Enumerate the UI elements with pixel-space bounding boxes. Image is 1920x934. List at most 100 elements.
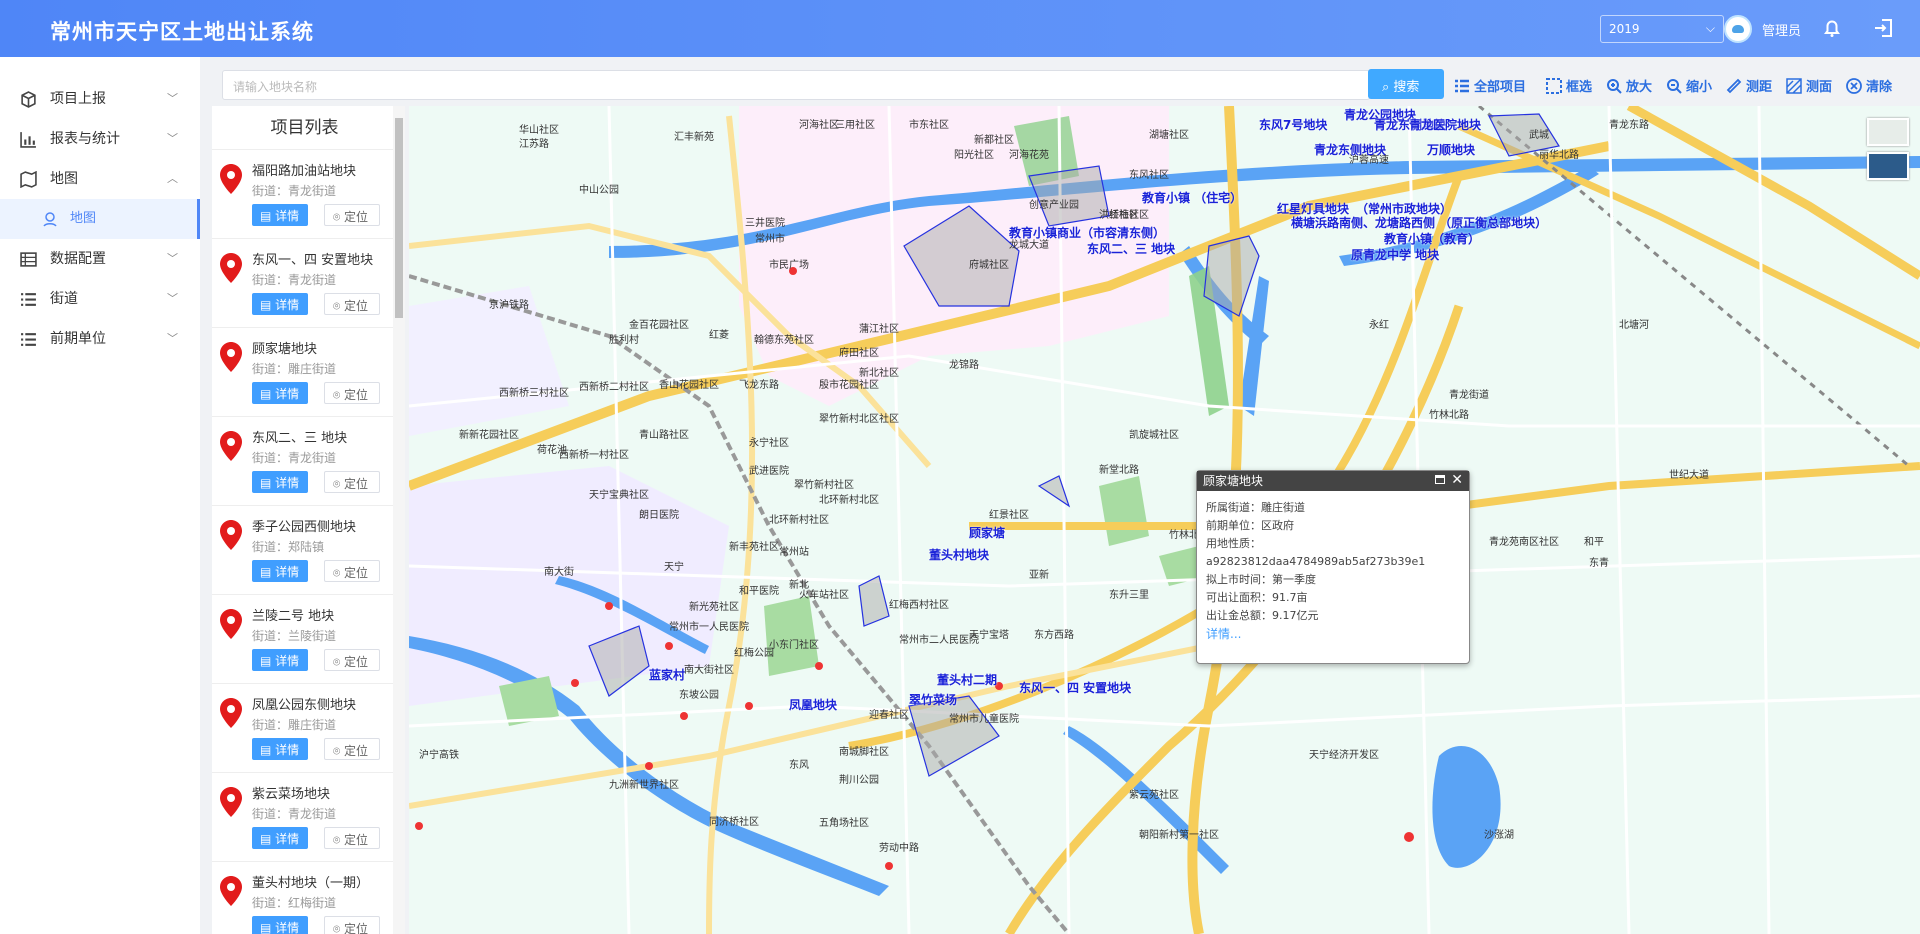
- place-label: 红景社区: [989, 510, 1029, 521]
- menu-reports[interactable]: 报表与统计 ﹀: [0, 119, 200, 159]
- place-label: 天宁: [664, 562, 684, 573]
- parcel-label[interactable]: 原青龙中学 地块: [1351, 246, 1439, 263]
- layer-switch-street[interactable]: [1867, 118, 1909, 146]
- measure-area-tool[interactable]: 测面: [1786, 76, 1832, 95]
- parcel-popup: 顾家塘地块 ✕ 所属街道：雕庄街道 前期单位：区政府 用地性质： a928238…: [1196, 470, 1470, 664]
- project-name: 凤凰公园东侧地块: [252, 698, 357, 713]
- locate-button[interactable]: ⌾ 定位: [324, 560, 380, 582]
- project-list-scrollbar[interactable]: [393, 106, 405, 934]
- locate-button[interactable]: ⌾ 定位: [324, 827, 380, 849]
- project-list-item[interactable]: 东风一、四 安置地块 街道：青龙街道 ▤ 详情 ⌾ 定位: [212, 239, 397, 328]
- chart-icon: [20, 132, 36, 148]
- zoom-out-tool[interactable]: 缩小: [1666, 76, 1712, 95]
- menu-project-report[interactable]: 项目上报 ﹀: [0, 79, 200, 119]
- measure-distance-tool[interactable]: 测距: [1726, 76, 1772, 95]
- locate-button[interactable]: ⌾ 定位: [324, 293, 380, 315]
- popup-line: a92823812daa4784989ab5af273b39e1: [1206, 555, 1426, 568]
- logout-icon[interactable]: [1872, 16, 1896, 40]
- avatar[interactable]: [1724, 15, 1752, 43]
- project-street: 街道：兰陵街道: [252, 629, 337, 643]
- menu-label: 项目上报: [50, 91, 106, 107]
- tool-label: 清除: [1866, 80, 1893, 95]
- parcel-label[interactable]: 董头村二期: [937, 671, 997, 688]
- project-list-title: 项目列表: [212, 106, 397, 150]
- menu-map-sub[interactable]: 地图: [0, 199, 200, 239]
- place-label: 和平医院: [739, 586, 779, 597]
- parcel-label[interactable]: 教育小镇 （住宅）: [1142, 189, 1242, 206]
- locate-button[interactable]: ⌾ 定位: [324, 649, 380, 671]
- parcel-label[interactable]: 凤凰地块: [789, 696, 837, 713]
- detail-button[interactable]: ▤ 详情: [252, 382, 308, 404]
- place-label: 三用社区: [835, 120, 875, 131]
- user-name[interactable]: 管理员: [1762, 20, 1801, 39]
- parcel-label[interactable]: 东风7号地块: [1259, 116, 1327, 133]
- locate-button[interactable]: ⌾ 定位: [324, 204, 380, 226]
- project-list-item[interactable]: 紫云菜场地块 街道：青龙街道 ▤ 详情 ⌾ 定位: [212, 773, 397, 862]
- project-list-item[interactable]: 董头村地块（一期） 街道：红梅街道 ▤ 详情 ⌾ 定位: [212, 862, 397, 934]
- map-pin-icon: [220, 164, 242, 194]
- locate-button[interactable]: ⌾ 定位: [324, 916, 380, 934]
- location-pin-icon: ⌾: [333, 744, 345, 758]
- menu-label: 前期单位: [50, 331, 106, 347]
- project-list-item[interactable]: 凤凰公园东侧地块 街道：雕庄街道 ▤ 详情 ⌾ 定位: [212, 684, 397, 773]
- detail-button[interactable]: ▤ 详情: [252, 560, 308, 582]
- locate-button[interactable]: ⌾ 定位: [324, 738, 380, 760]
- popup-more-link[interactable]: 详情...: [1206, 625, 1460, 643]
- parcel-label[interactable]: 东风二、三 地块: [1087, 240, 1175, 257]
- detail-button[interactable]: ▤ 详情: [252, 916, 308, 934]
- detail-button[interactable]: ▤ 详情: [252, 471, 308, 493]
- search-input[interactable]: 请输入地块名称: [222, 70, 1370, 100]
- place-label: 东风: [789, 760, 809, 771]
- place-label: 常州市: [755, 234, 785, 245]
- chevron-down-icon: ﹀: [167, 92, 178, 105]
- project-list-item[interactable]: 季子公园西侧地块 街道：郑陆镇 ▤ 详情 ⌾ 定位: [212, 506, 397, 595]
- search-button[interactable]: ⌕ 搜索: [1368, 69, 1444, 99]
- menu-map[interactable]: 地图 ︿: [0, 159, 200, 199]
- bell-icon[interactable]: [1820, 16, 1844, 40]
- parcel-label[interactable]: 万顺地块: [1427, 141, 1475, 158]
- detail-button[interactable]: ▤ 详情: [252, 293, 308, 315]
- parcel-label[interactable]: 翠竹菜场: [909, 691, 957, 708]
- parcel-label[interactable]: 蓝家村: [649, 666, 685, 683]
- clear-tool[interactable]: 清除: [1846, 76, 1892, 95]
- maximize-icon[interactable]: [1435, 475, 1445, 484]
- parcel-label[interactable]: 横塘浜路南侧、龙塘路西侧 （原正衡总部地块）: [1291, 214, 1547, 231]
- locate-label: 定位: [344, 744, 369, 758]
- locate-label: 定位: [344, 388, 369, 402]
- box-select-tool[interactable]: 框选: [1546, 76, 1592, 95]
- place-label: 青龙苑南区社区: [1489, 537, 1559, 548]
- map-pin-icon: [220, 520, 242, 550]
- detail-button[interactable]: ▤ 详情: [252, 204, 308, 226]
- map-pin-icon: [220, 787, 242, 817]
- chevron-down-icon: ⌵: [1705, 21, 1715, 35]
- place-label: 中山公园: [579, 185, 619, 196]
- detail-button[interactable]: ▤ 详情: [252, 827, 308, 849]
- year-value: 2019: [1609, 22, 1640, 36]
- document-icon: ▤: [260, 921, 276, 934]
- map-view[interactable]: 东风7号地块 青龙公园地块 青龙东侧地块 青龙东侧地块 青龙医院地块 万顺地块 …: [409, 106, 1920, 934]
- parcel-label[interactable]: 东风一、四 安置地块: [1019, 679, 1131, 696]
- project-list-item[interactable]: 福阳路加油站地块 街道：青龙街道 ▤ 详情 ⌾ 定位: [212, 150, 397, 239]
- place-label: 永宁社区: [749, 438, 789, 449]
- parcel-label[interactable]: 董头村地块: [929, 546, 989, 563]
- detail-button[interactable]: ▤ 详情: [252, 738, 308, 760]
- detail-button[interactable]: ▤ 详情: [252, 649, 308, 671]
- parcel-label[interactable]: 教育小镇（教育）: [1384, 230, 1480, 247]
- menu-units[interactable]: 前期单位 ﹀: [0, 319, 200, 359]
- parcel-label[interactable]: 顾家塘: [969, 524, 1005, 541]
- locate-button[interactable]: ⌾ 定位: [324, 471, 380, 493]
- project-list-item[interactable]: 东风二、三 地块 街道：青龙街道 ▤ 详情 ⌾ 定位: [212, 417, 397, 506]
- location-pin-icon: ⌾: [333, 477, 345, 491]
- zoom-in-tool[interactable]: 放大: [1606, 76, 1652, 95]
- locate-button[interactable]: ⌾ 定位: [324, 382, 380, 404]
- project-list-item[interactable]: 顾家塘地块 街道：雕庄街道 ▤ 详情 ⌾ 定位: [212, 328, 397, 417]
- parcel-label[interactable]: 青龙医院地块: [1409, 116, 1481, 133]
- project-list-item[interactable]: 兰陵二号 地块 街道：兰陵街道 ▤ 详情 ⌾ 定位: [212, 595, 397, 684]
- close-icon[interactable]: ✕: [1451, 470, 1463, 490]
- all-projects-tool[interactable]: 全部项目: [1454, 76, 1526, 95]
- menu-streets[interactable]: 街道 ﹀: [0, 279, 200, 319]
- scrollbar-thumb[interactable]: [395, 118, 403, 318]
- year-select[interactable]: 2019 ⌵: [1600, 15, 1724, 43]
- layer-switch-satellite[interactable]: [1867, 152, 1909, 180]
- menu-data-config[interactable]: 数据配置 ﹀: [0, 239, 200, 279]
